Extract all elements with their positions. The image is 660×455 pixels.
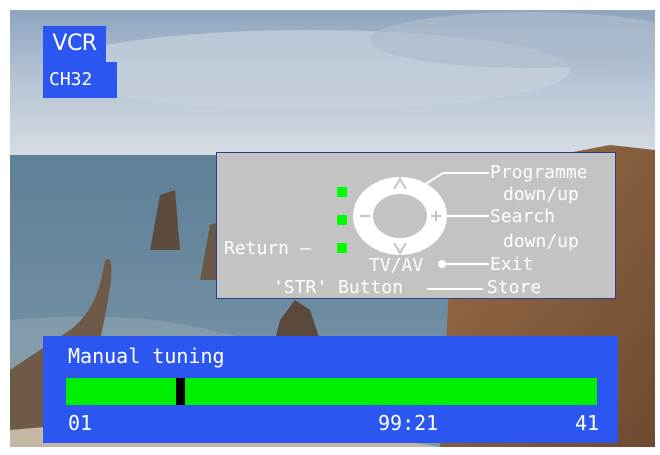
tuning-progress-bar[interactable] [66, 378, 597, 405]
programme-sub-label: down/up [503, 184, 579, 205]
remote-help-panel: Programme down/up Search down/up Return … [216, 152, 616, 299]
manual-tuning-panel: Manual tuning 01 99:21 41 [43, 336, 618, 443]
indicator-square-icon [337, 243, 347, 253]
tuning-marker[interactable] [176, 378, 185, 405]
tuning-end-value: 41 [575, 411, 600, 435]
tuning-title: Manual tuning [68, 344, 225, 368]
search-sub-label: down/up [503, 231, 579, 252]
str-button-label: 'STR' Button [273, 277, 404, 298]
indicator-square-icon [337, 187, 347, 197]
store-label: Store [487, 277, 542, 298]
tvav-label: TV/AV [369, 255, 424, 276]
programme-label: Programme [490, 162, 588, 183]
channel-badge: CH32 [43, 62, 117, 98]
tuning-start-value: 01 [68, 411, 93, 435]
search-label: Search [490, 206, 556, 227]
exit-label: Exit [490, 254, 534, 275]
indicator-square-icon [337, 215, 347, 225]
tuning-frequency: 99:21 [378, 411, 439, 435]
vcr-mode-badge: VCR [43, 26, 106, 62]
return-label: Return – [224, 238, 311, 259]
